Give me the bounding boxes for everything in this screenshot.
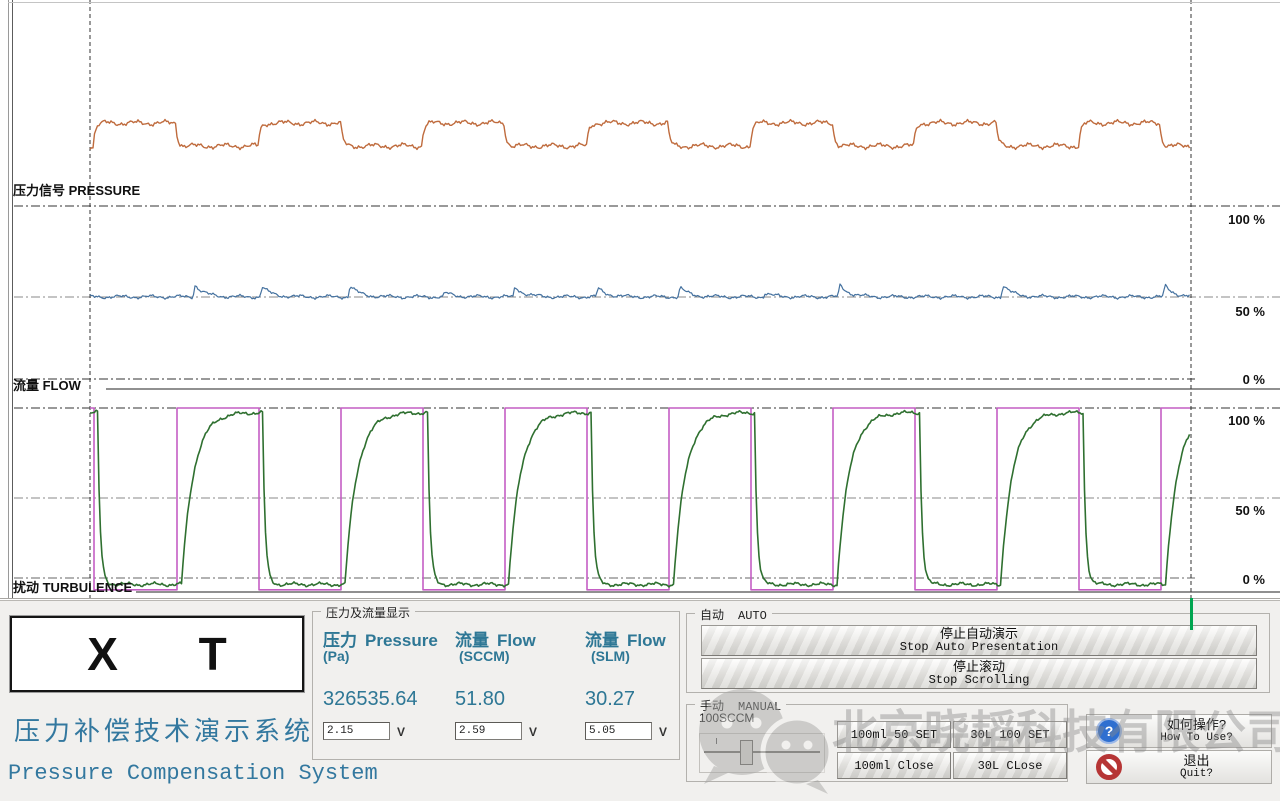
flow-sccm-value: 51.80: [455, 688, 505, 711]
chart-area: 压力信号 PRESSURE 流量 FLOW 扰动 TURBULENCE 100 …: [0, 0, 1280, 600]
flow-sccm-col-unit: (SCCM): [459, 648, 510, 664]
flow-sccm-voltage-unit: V: [529, 725, 537, 739]
pressure-voltage-input[interactable]: [323, 722, 390, 740]
chart-bottom-border: [0, 598, 1280, 599]
stop-scrolling-button[interactable]: 停止滚动 Stop Scrolling: [701, 658, 1257, 689]
stop-auto-presentation-button[interactable]: 停止自动演示 Stop Auto Presentation: [701, 625, 1257, 656]
app-title-en: Pressure Compensation System: [8, 761, 378, 786]
open-30l-100-button[interactable]: 30L 100 SET: [953, 721, 1067, 748]
flow-tick-50: 50 %: [1205, 304, 1265, 319]
flow-slm-value: 30.27: [585, 688, 635, 711]
auto-group-label: 自动AUTO: [695, 606, 772, 623]
turbulence-tick-50: 50 %: [1205, 503, 1265, 518]
manual-groupbox: 手动MANUAL 100SCCM 100ml 50 SET 30L 100 SE…: [686, 704, 1068, 782]
pressure-col-unit: (Pa): [323, 648, 349, 664]
open-100ml-50-button[interactable]: 100ml 50 SET: [837, 721, 951, 748]
window-top-border: [8, 2, 1280, 3]
close-100ml-button[interactable]: 100ml Close: [837, 752, 951, 779]
turbulence-tick-0: 0 %: [1205, 572, 1265, 587]
quit-button[interactable]: 退出 Quit?: [1086, 750, 1272, 784]
xt-logo-text: X T: [53, 627, 261, 681]
slider-label: 100SCCM: [699, 711, 754, 725]
flow-slm-col-unit: (SLM): [591, 648, 630, 664]
flow-tick-100: 100 %: [1205, 212, 1265, 227]
close-30l-button[interactable]: 30L CLose: [953, 752, 1067, 779]
flow-trace-label: 流量 FLOW: [13, 375, 81, 394]
question-icon: ?: [1096, 718, 1122, 744]
xt-logo: X T: [10, 616, 304, 692]
window-left-border-outer: [8, 0, 9, 598]
slider-tick: [716, 738, 717, 744]
auto-groupbox: 自动AUTO 停止自动演示 Stop Auto Presentation 停止滚…: [686, 613, 1270, 693]
display-groupbox: 压力及流量显示 压力Pressure (Pa) 326535.64 V 流量Fl…: [312, 611, 680, 760]
charts-svg: [0, 0, 1280, 600]
pressure-voltage-unit: V: [397, 725, 405, 739]
pressure-trace-label: 压力信号 PRESSURE: [13, 180, 140, 199]
slider-track[interactable]: [704, 751, 820, 753]
control-panel: X T 压力补偿技术演示系统 Pressure Compensation Sys…: [0, 600, 1280, 801]
turbulence-trace-label: 扰动 TURBULENCE: [13, 577, 132, 596]
no-entry-icon: [1096, 754, 1122, 780]
display-group-label: 压力及流量显示: [321, 604, 415, 621]
window-left-border-inner: [12, 0, 13, 598]
flow-slm-voltage-unit: V: [659, 725, 667, 739]
slider-thumb[interactable]: [740, 740, 753, 765]
flow-slm-voltage-input[interactable]: [585, 722, 652, 740]
flow-setpoint-slider[interactable]: [699, 733, 825, 773]
how-to-use-button[interactable]: ? 如何操作? How To Use?: [1086, 714, 1272, 748]
app-title-cn: 压力补偿技术演示系统: [14, 711, 314, 748]
turbulence-tick-100: 100 %: [1205, 413, 1265, 428]
flow-sccm-voltage-input[interactable]: [455, 722, 522, 740]
chart-cursor-marker: [1190, 598, 1193, 630]
flow-tick-0: 0 %: [1205, 372, 1265, 387]
pressure-value: 326535.64: [323, 688, 418, 711]
